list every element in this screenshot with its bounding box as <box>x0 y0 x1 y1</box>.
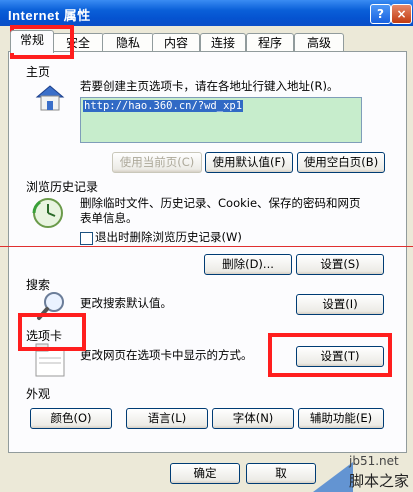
history-settings-button[interactable]: 设置(S) <box>296 254 384 275</box>
home-url-field[interactable]: http://hao.360.cn/?wd_xp1 <box>80 97 362 143</box>
watermark-name: 脚本之家 <box>349 472 410 490</box>
tab-general[interactable]: 常规 <box>10 30 54 53</box>
delete-on-exit-checkbox[interactable] <box>80 232 93 245</box>
annotation-box-tabs-label <box>18 313 86 351</box>
window-title: Internet 属性 <box>8 8 91 23</box>
ok-button[interactable]: 确定 <box>170 463 240 484</box>
use-default-button[interactable]: 使用默认值(F) <box>205 152 293 173</box>
tab-advanced[interactable]: 高级 <box>294 33 344 52</box>
search-description: 更改搜索默认值。 <box>80 296 172 310</box>
title-bar: Internet 属性 ? × <box>0 0 413 26</box>
tab-programs[interactable]: 程序 <box>246 33 294 52</box>
home-label: 主页 <box>26 65 51 79</box>
home-url-text: http://hao.360.cn/?wd_xp1 <box>83 100 244 112</box>
history-clock-icon <box>30 195 66 231</box>
annotation-line <box>0 246 413 247</box>
watermark-domain: jb51.net <box>349 454 399 468</box>
delete-history-button[interactable]: 删除(D)... <box>204 254 292 275</box>
appearance-label: 外观 <box>26 387 51 401</box>
home-description: 若要创建主页选项卡，请在各地址行键入地址(R)。 <box>80 79 339 93</box>
site-watermark: jb51.net 脚本之家 <box>313 452 413 492</box>
tab-privacy[interactable]: 隐私 <box>102 33 154 52</box>
history-description-line2: 表单信息。 <box>80 211 138 225</box>
cancel-button[interactable]: 取 <box>246 463 316 484</box>
tabs-description: 更改网页在选项卡中显示的方式。 <box>80 348 253 362</box>
fonts-button[interactable]: 字体(N) <box>212 408 294 429</box>
use-current-button[interactable]: 使用当前页(C) <box>112 152 202 173</box>
use-blank-button[interactable]: 使用空白页(B) <box>297 152 385 173</box>
annotation-box-tabs-settings <box>268 333 392 377</box>
tab-connections[interactable]: 连接 <box>200 33 246 52</box>
search-settings-button[interactable]: 设置(I) <box>296 294 384 315</box>
history-label: 浏览历史记录 <box>26 180 99 194</box>
delete-on-exit-label: 退出时删除浏览历史记录(W) <box>95 230 242 244</box>
help-button[interactable]: ? <box>370 4 391 24</box>
history-description-line1: 删除临时文件、历史记录、Cookie、保存的密码和网页 <box>80 196 361 210</box>
colors-button[interactable]: 颜色(O) <box>30 408 112 429</box>
home-icon <box>33 80 67 114</box>
accessibility-button[interactable]: 辅助功能(E) <box>298 408 384 429</box>
languages-button[interactable]: 语言(L) <box>126 408 208 429</box>
tab-content[interactable]: 内容 <box>152 33 200 52</box>
close-button[interactable]: × <box>391 4 412 24</box>
